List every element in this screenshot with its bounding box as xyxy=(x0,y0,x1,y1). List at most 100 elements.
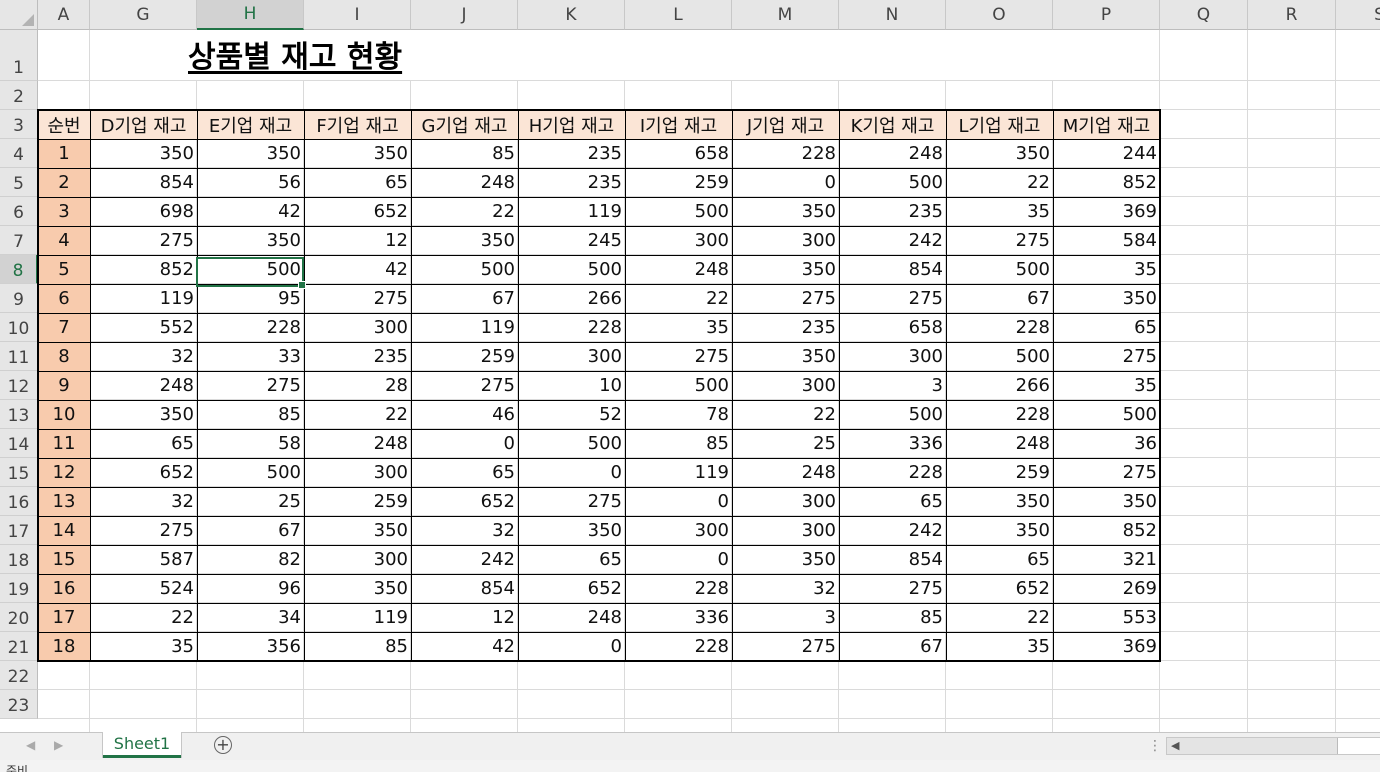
stock-cell[interactable]: 350 xyxy=(946,487,1053,516)
stock-cell[interactable]: 275 xyxy=(304,284,411,313)
stock-cell[interactable]: 259 xyxy=(625,168,732,197)
stock-cell[interactable]: 35 xyxy=(625,313,732,342)
stock-cell[interactable]: 95 xyxy=(197,284,304,313)
row-header-12[interactable]: 12 xyxy=(0,371,38,400)
column-header-g[interactable]: G xyxy=(90,0,197,30)
scroll-thumb[interactable] xyxy=(1337,738,1380,754)
stock-cell[interactable]: 350 xyxy=(90,400,197,429)
stock-cell[interactable]: 350 xyxy=(732,342,839,371)
stock-cell[interactable]: 78 xyxy=(625,400,732,429)
stock-cell[interactable]: 96 xyxy=(197,574,304,603)
row-header-10[interactable]: 10 xyxy=(0,313,38,342)
stock-cell[interactable]: 852 xyxy=(1053,168,1160,197)
stock-cell[interactable]: 46 xyxy=(411,400,518,429)
stock-cell[interactable]: 32 xyxy=(732,574,839,603)
stock-cell[interactable]: 275 xyxy=(1053,342,1160,371)
row-header-22[interactable]: 22 xyxy=(0,661,38,690)
stock-cell[interactable]: 658 xyxy=(625,139,732,168)
stock-cell[interactable]: 500 xyxy=(946,255,1053,284)
stock-cell[interactable]: 266 xyxy=(518,284,625,313)
stock-cell[interactable]: 35 xyxy=(946,197,1053,226)
table-header-cell[interactable]: M기업 재고 xyxy=(1053,110,1160,139)
stock-cell[interactable]: 242 xyxy=(839,516,946,545)
stock-cell[interactable]: 350 xyxy=(304,139,411,168)
row-header-15[interactable]: 15 xyxy=(0,458,38,487)
stock-cell[interactable]: 10 xyxy=(518,371,625,400)
stock-cell[interactable]: 85 xyxy=(304,632,411,661)
index-cell[interactable]: 14 xyxy=(38,516,90,545)
stock-cell[interactable]: 65 xyxy=(90,429,197,458)
stock-cell[interactable]: 658 xyxy=(839,313,946,342)
index-cell[interactable]: 3 xyxy=(38,197,90,226)
column-header-l[interactable]: L xyxy=(625,0,732,30)
stock-cell[interactable]: 22 xyxy=(946,603,1053,632)
row-header-11[interactable]: 11 xyxy=(0,342,38,371)
table-header-cell[interactable]: F기업 재고 xyxy=(304,110,411,139)
stock-cell[interactable]: 275 xyxy=(1053,458,1160,487)
stock-cell[interactable]: 0 xyxy=(625,487,732,516)
stock-cell[interactable]: 65 xyxy=(946,545,1053,574)
spreadsheet-grid[interactable]: AGHIJKLMNOPQRS 1 2 3 4 5 6 7 8 9 10 11 12 13 14 15 16 17… xyxy=(0,0,1380,732)
index-cell[interactable]: 6 xyxy=(38,284,90,313)
stock-cell[interactable]: 67 xyxy=(197,516,304,545)
stock-cell[interactable]: 12 xyxy=(304,226,411,255)
stock-cell[interactable]: 854 xyxy=(839,255,946,284)
row-header-23[interactable]: 23 xyxy=(0,690,38,719)
stock-cell[interactable]: 300 xyxy=(304,458,411,487)
column-header-p[interactable]: P xyxy=(1053,0,1160,30)
stock-cell[interactable]: 248 xyxy=(946,429,1053,458)
stock-cell[interactable]: 67 xyxy=(946,284,1053,313)
stock-cell[interactable]: 369 xyxy=(1053,197,1160,226)
stock-cell[interactable]: 350 xyxy=(197,226,304,255)
stock-cell[interactable]: 248 xyxy=(411,168,518,197)
index-cell[interactable]: 5 xyxy=(38,255,90,284)
stock-cell[interactable]: 300 xyxy=(304,545,411,574)
stock-cell[interactable]: 0 xyxy=(732,168,839,197)
row-header-8[interactable]: 8 xyxy=(0,255,38,284)
row-header-7[interactable]: 7 xyxy=(0,226,38,255)
table-header-cell[interactable]: J기업 재고 xyxy=(732,110,839,139)
stock-cell[interactable]: 3 xyxy=(732,603,839,632)
stock-cell[interactable]: 500 xyxy=(625,197,732,226)
stock-cell[interactable]: 350 xyxy=(1053,284,1160,313)
index-cell[interactable]: 2 xyxy=(38,168,90,197)
stock-cell[interactable]: 350 xyxy=(732,545,839,574)
stock-cell[interactable]: 65 xyxy=(1053,313,1160,342)
index-cell[interactable]: 17 xyxy=(38,603,90,632)
stock-cell[interactable]: 33 xyxy=(197,342,304,371)
stock-cell[interactable]: 652 xyxy=(411,487,518,516)
table-header-cell[interactable]: K기업 재고 xyxy=(839,110,946,139)
index-cell[interactable]: 1 xyxy=(38,139,90,168)
table-header-cell[interactable]: G기업 재고 xyxy=(411,110,518,139)
row-header-6[interactable]: 6 xyxy=(0,197,38,226)
stock-cell[interactable]: 35 xyxy=(946,632,1053,661)
stock-cell[interactable]: 275 xyxy=(839,574,946,603)
stock-cell[interactable]: 0 xyxy=(518,632,625,661)
column-header-o[interactable]: O xyxy=(946,0,1053,30)
index-cell[interactable]: 13 xyxy=(38,487,90,516)
stock-cell[interactable]: 500 xyxy=(946,342,1053,371)
row-header-19[interactable]: 19 xyxy=(0,574,38,603)
stock-cell[interactable]: 350 xyxy=(518,516,625,545)
stock-cell[interactable]: 652 xyxy=(946,574,1053,603)
stock-cell[interactable]: 321 xyxy=(1053,545,1160,574)
stock-cell[interactable]: 0 xyxy=(625,545,732,574)
stock-cell[interactable]: 35 xyxy=(1053,255,1160,284)
stock-cell[interactable]: 500 xyxy=(1053,400,1160,429)
stock-cell[interactable]: 356 xyxy=(197,632,304,661)
stock-cell[interactable]: 300 xyxy=(625,226,732,255)
stock-cell[interactable]: 36 xyxy=(1053,429,1160,458)
row-header-14[interactable]: 14 xyxy=(0,429,38,458)
stock-cell[interactable]: 42 xyxy=(411,632,518,661)
stock-cell[interactable]: 22 xyxy=(304,400,411,429)
stock-cell[interactable]: 35 xyxy=(1053,371,1160,400)
stock-cell[interactable]: 34 xyxy=(197,603,304,632)
stock-cell[interactable]: 275 xyxy=(90,226,197,255)
stock-cell[interactable]: 22 xyxy=(946,168,1053,197)
stock-cell[interactable]: 228 xyxy=(625,632,732,661)
column-header-h[interactable]: H xyxy=(197,0,304,30)
stock-cell[interactable]: 300 xyxy=(839,342,946,371)
column-header-s[interactable]: S xyxy=(1336,0,1380,30)
column-header-q[interactable]: Q xyxy=(1160,0,1248,30)
stock-cell[interactable]: 336 xyxy=(625,603,732,632)
